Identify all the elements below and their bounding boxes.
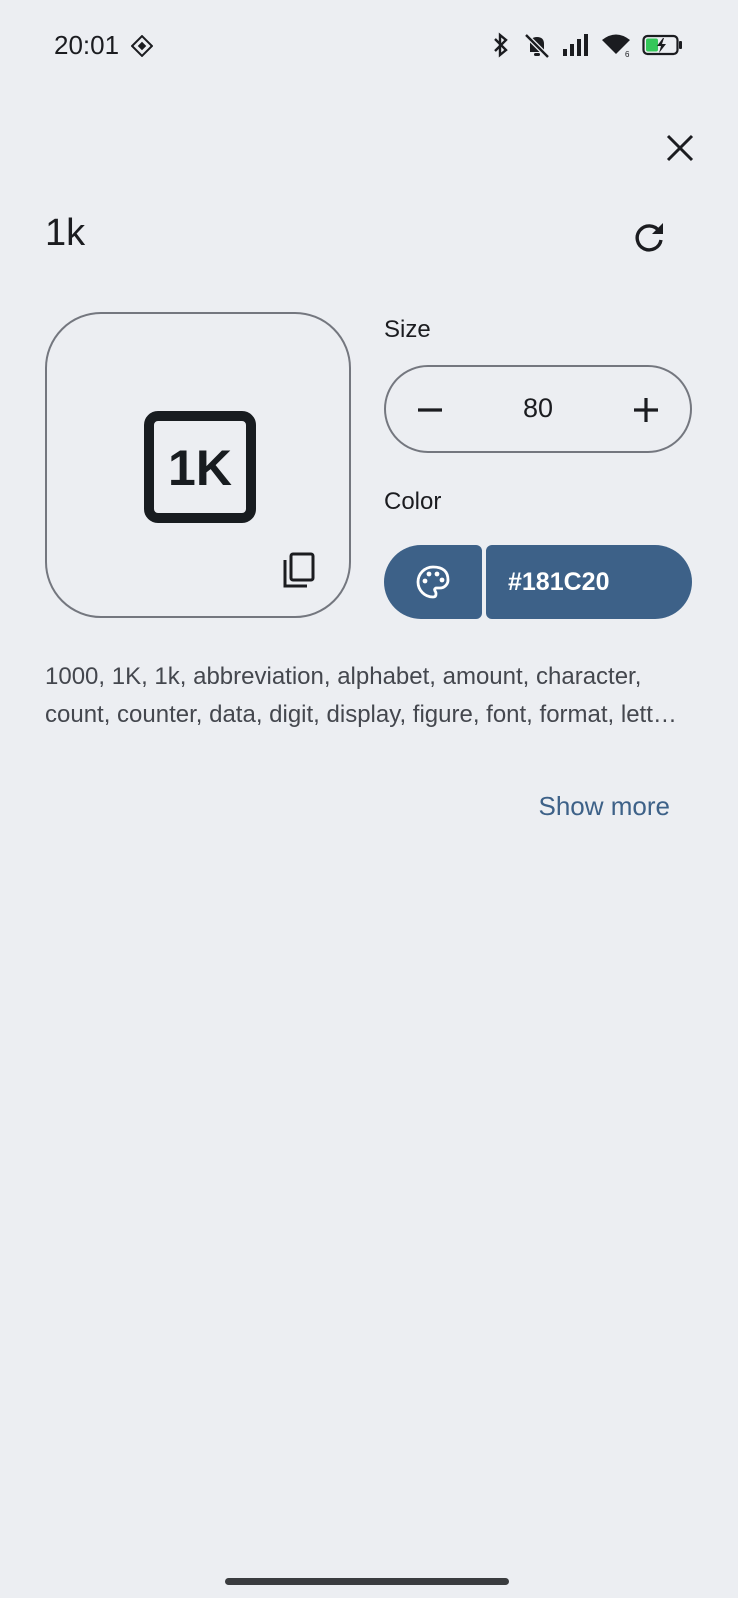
color-hex-field[interactable]: #181C20 bbox=[486, 545, 692, 619]
svg-text:6: 6 bbox=[625, 50, 630, 58]
signal-icon bbox=[563, 34, 588, 56]
close-icon[interactable] bbox=[660, 128, 700, 168]
plus-icon[interactable] bbox=[622, 386, 670, 434]
one-k-icon: 1K bbox=[144, 411, 256, 523]
battery-charging-icon bbox=[642, 34, 682, 56]
copy-icon[interactable] bbox=[279, 550, 319, 590]
show-more-button[interactable]: Show more bbox=[539, 791, 671, 822]
refresh-icon[interactable] bbox=[630, 219, 668, 257]
bluetooth-icon bbox=[494, 32, 508, 58]
color-label: Color bbox=[384, 488, 442, 515]
icon-preview-card: 1K bbox=[45, 312, 351, 618]
icon-title: 1k bbox=[45, 212, 86, 254]
status-time: 20:01 bbox=[54, 30, 120, 60]
preview-glyph: 1K bbox=[168, 440, 232, 496]
status-bar: 20:01 6 bbox=[0, 0, 738, 96]
size-label: Size bbox=[384, 316, 431, 343]
icon-tags: 1000, 1K, 1k, abbreviation, alphabet, am… bbox=[45, 663, 680, 728]
status-icons: 6 bbox=[490, 32, 684, 58]
color-palette-button[interactable] bbox=[384, 545, 482, 619]
location-diamond-icon bbox=[131, 35, 153, 57]
mute-icon bbox=[524, 33, 550, 58]
size-stepper: 80 bbox=[384, 365, 692, 453]
home-indicator[interactable] bbox=[225, 1578, 509, 1585]
palette-icon bbox=[416, 565, 450, 599]
wifi-icon: 6 bbox=[602, 34, 630, 58]
